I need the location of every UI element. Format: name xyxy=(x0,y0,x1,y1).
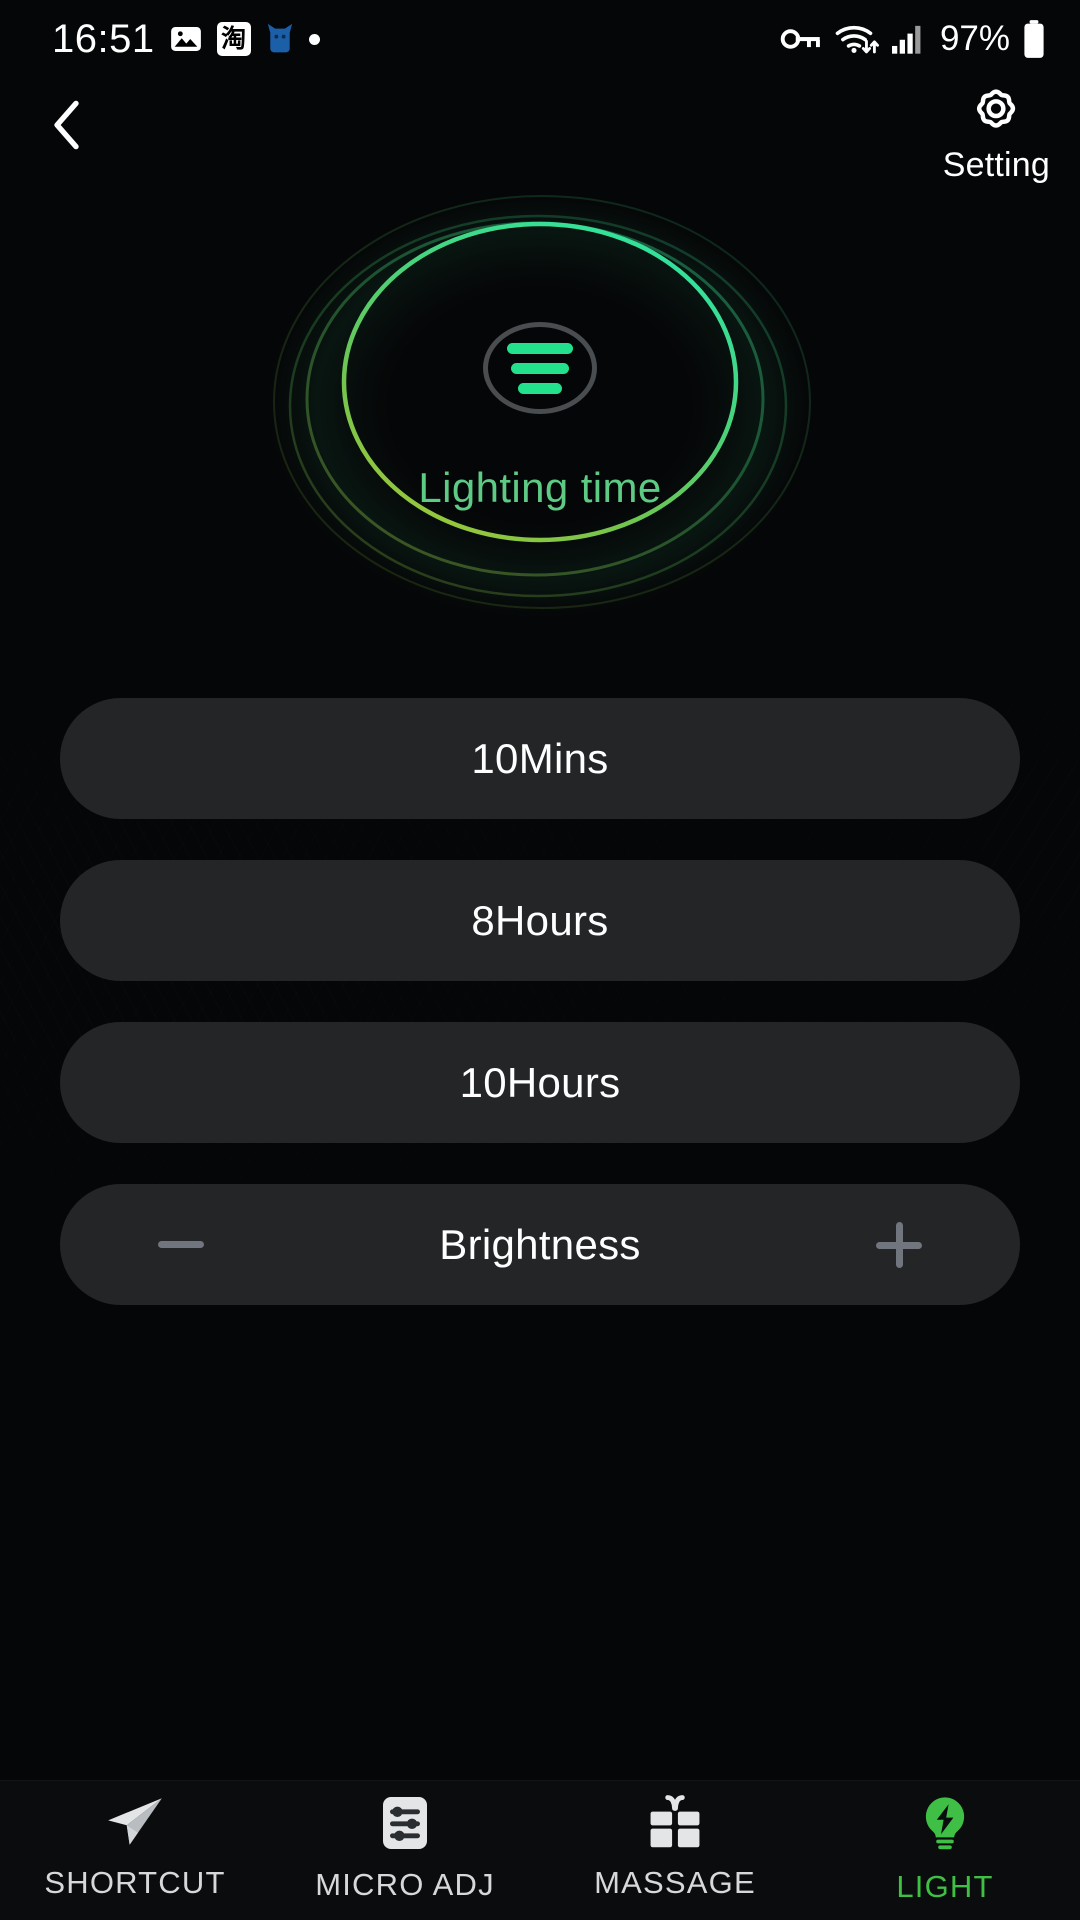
gear-icon xyxy=(967,80,1025,143)
taobao-icon: 淘 xyxy=(216,22,251,56)
battery-icon xyxy=(1022,20,1046,58)
status-bar-right: 97% xyxy=(780,19,1046,59)
option-label: 10Hours xyxy=(459,1058,621,1106)
app-root: 16:51 淘 97% Setting Lighting time 10Mins… xyxy=(0,0,1080,1920)
dot-icon xyxy=(308,33,320,45)
dial-rings xyxy=(268,194,812,618)
lightbulb-bolt-icon xyxy=(919,1795,971,1858)
nav-tab-micro-adj[interactable]: MICRO ADJ xyxy=(270,1795,540,1903)
nav-label-shortcut: SHORTCUT xyxy=(44,1865,226,1900)
chevron-left-icon xyxy=(46,98,88,157)
dial-label: Lighting time xyxy=(418,464,662,511)
option-label: 10Mins xyxy=(471,734,609,782)
brightness-label: Brightness xyxy=(439,1220,641,1268)
minus-icon xyxy=(158,1241,204,1248)
option-10hours[interactable]: 10Hours xyxy=(60,1022,1020,1143)
wifi-icon xyxy=(834,21,880,57)
option-list: 10Mins 8Hours 10Hours Brightness xyxy=(0,698,1080,1346)
status-time: 16:51 xyxy=(52,16,155,61)
nav-label-micro-adj: MICRO ADJ xyxy=(315,1867,495,1902)
option-label: 8Hours xyxy=(471,896,609,944)
option-8hours[interactable]: 8Hours xyxy=(60,860,1020,981)
sliders-icon xyxy=(379,1795,431,1856)
light-bar-1 xyxy=(507,342,573,354)
status-bar-left: 16:51 淘 xyxy=(52,17,320,62)
brightness-decrease-button[interactable] xyxy=(144,1208,218,1282)
setting-button[interactable]: Setting xyxy=(943,80,1050,185)
gallery-icon xyxy=(169,22,203,56)
back-button[interactable] xyxy=(28,88,106,166)
app-header: Setting xyxy=(0,78,1080,184)
brightness-row: Brightness xyxy=(60,1184,1020,1305)
plus-icon xyxy=(876,1221,922,1268)
nav-tab-shortcut[interactable]: SHORTCUT xyxy=(0,1795,270,1901)
light-bars-icon xyxy=(483,322,597,414)
gift-icon xyxy=(646,1795,704,1854)
bottom-navigation: SHORTCUT MICRO ADJ MASSAGE LIGHT xyxy=(0,1780,1080,1920)
nav-tab-light[interactable]: LIGHT xyxy=(810,1795,1080,1905)
nav-tab-massage[interactable]: MASSAGE xyxy=(540,1795,810,1901)
nav-label-massage: MASSAGE xyxy=(594,1865,756,1900)
nav-label-light: LIGHT xyxy=(896,1869,994,1904)
lighting-dial[interactable]: Lighting time xyxy=(250,194,830,654)
battery-percent: 97% xyxy=(939,19,1010,58)
vpn-key-icon xyxy=(780,24,822,54)
status-bar: 16:51 淘 97% xyxy=(0,0,1080,78)
cellular-signal-icon xyxy=(891,24,926,54)
paper-plane-icon xyxy=(104,1795,166,1854)
light-bar-3 xyxy=(518,382,562,394)
hero-dial-section: Lighting time xyxy=(0,178,1080,688)
brightness-increase-button[interactable] xyxy=(862,1208,936,1282)
tmall-cat-icon xyxy=(265,22,295,56)
light-bar-2 xyxy=(511,362,569,374)
option-10mins[interactable]: 10Mins xyxy=(60,698,1020,819)
